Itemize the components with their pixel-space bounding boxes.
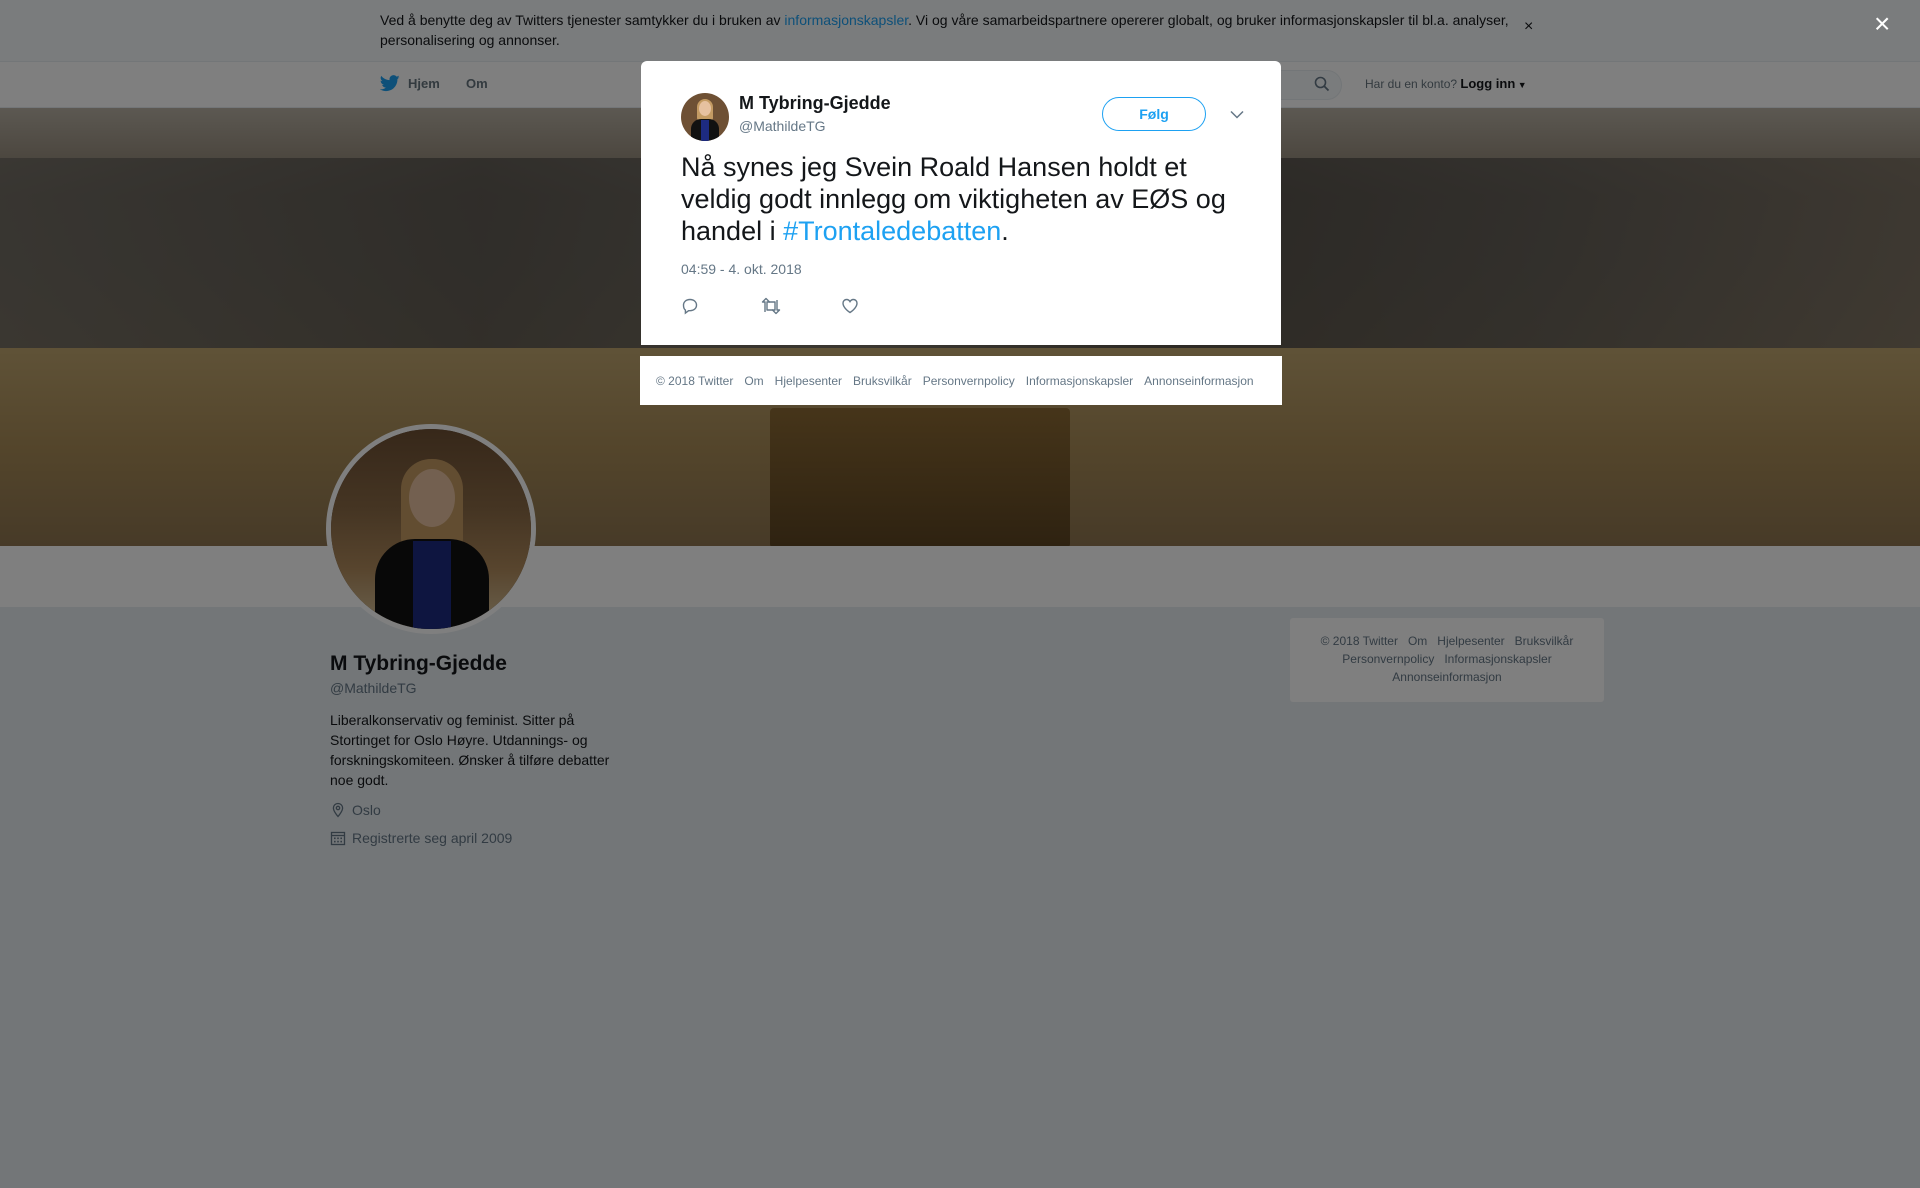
retweet-icon <box>761 297 781 315</box>
footer-link: © 2018 Twitter <box>656 373 734 388</box>
tweet-author-name[interactable]: M Tybring-Gjedde <box>739 93 891 114</box>
chevron-down-icon[interactable] <box>1226 103 1248 125</box>
tweet-permalink-modal: M Tybring-Gjedde @MathildeTG Følg Nå syn… <box>641 61 1281 345</box>
tweet-text-end: . <box>1001 216 1009 246</box>
footer-link[interactable]: Hjelpesenter <box>775 374 842 388</box>
retweet-button[interactable] <box>761 295 841 317</box>
footer-link[interactable]: Informasjonskapsler <box>1026 374 1133 388</box>
tweet-author-handle[interactable]: @MathildeTG <box>739 118 826 134</box>
reply-button[interactable] <box>681 295 761 317</box>
footer-link[interactable]: Personvernpolicy <box>923 374 1015 388</box>
footer-link[interactable]: Annonseinformasjon <box>1144 374 1253 388</box>
follow-button[interactable]: Følg <box>1102 97 1206 131</box>
tweet-actions <box>681 295 921 317</box>
footer-link[interactable]: Bruksvilkår <box>853 374 912 388</box>
tweet-avatar[interactable] <box>681 93 729 141</box>
modal-footer: © 2018 Twitter Om Hjelpesenter Bruksvilk… <box>640 356 1282 405</box>
hashtag-link[interactable]: #Trontaledebatten <box>783 216 1001 246</box>
like-button[interactable] <box>841 295 921 317</box>
heart-icon <box>842 298 858 314</box>
tweet-timestamp[interactable]: 04:59 - 4. okt. 2018 <box>681 261 802 277</box>
close-icon[interactable]: × <box>1874 10 1890 38</box>
reply-icon <box>682 298 698 315</box>
footer-link[interactable]: Om <box>744 374 763 388</box>
tweet-text: Nå synes jeg Svein Roald Hansen holdt et… <box>681 151 1251 247</box>
